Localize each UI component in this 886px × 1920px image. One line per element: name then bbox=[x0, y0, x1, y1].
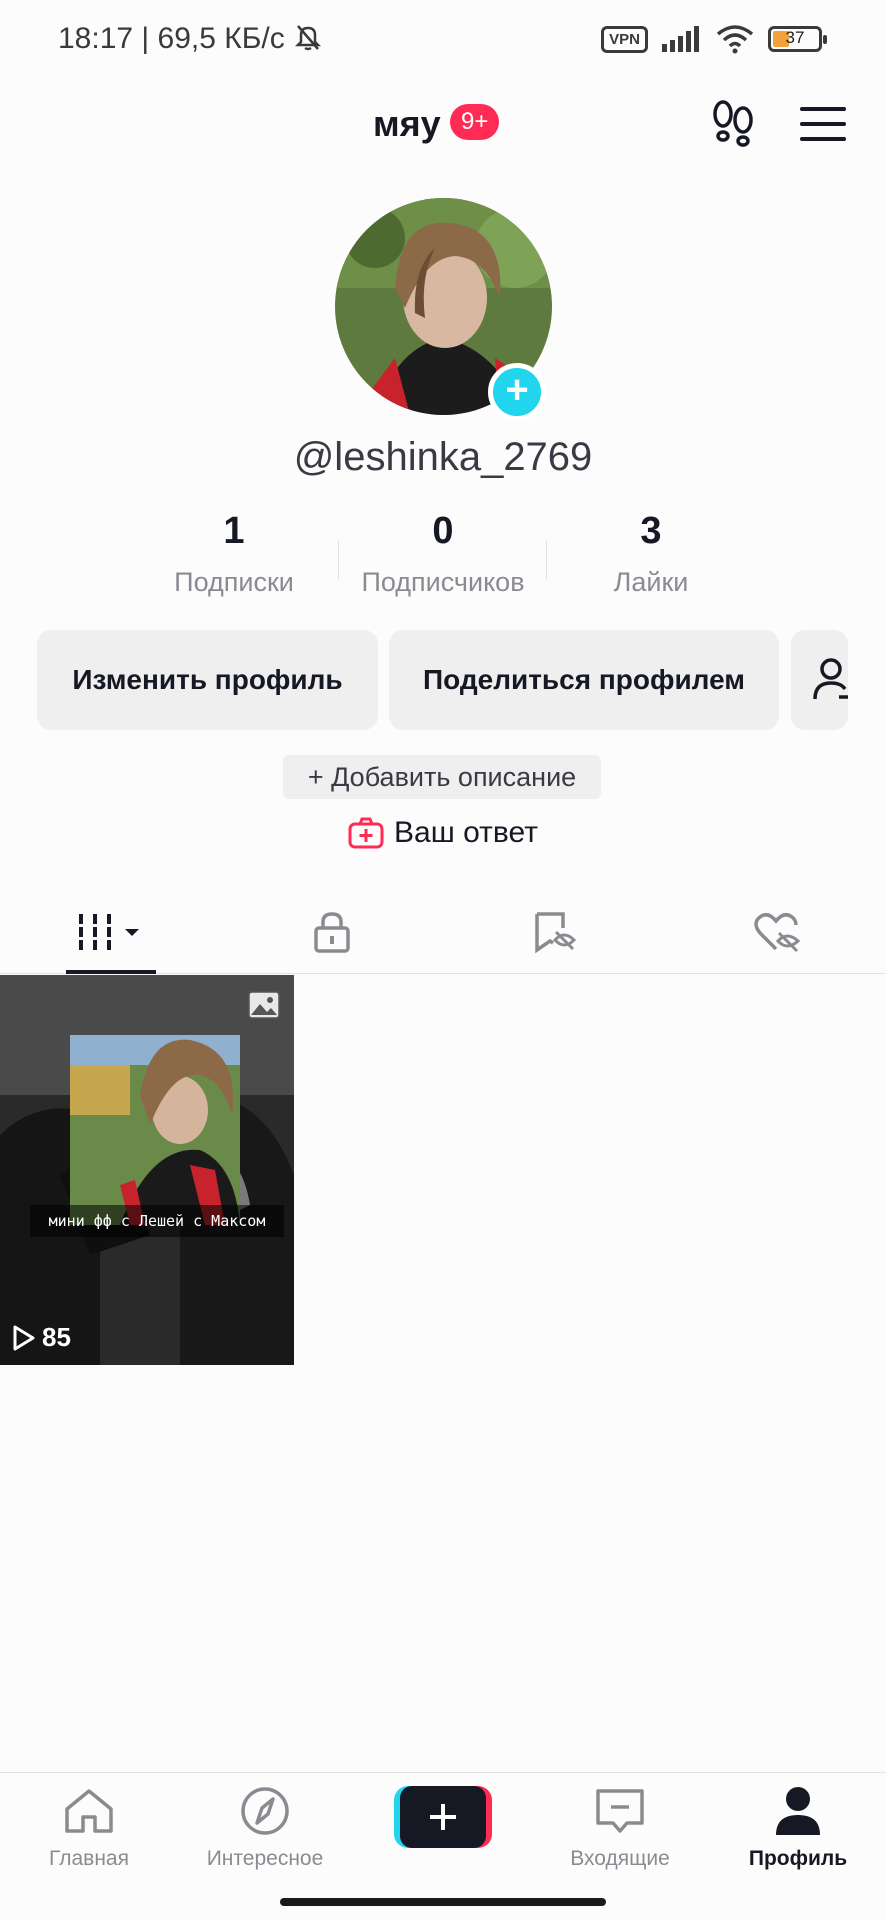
home-indicator[interactable] bbox=[280, 1898, 606, 1906]
tab-active-indicator bbox=[66, 970, 156, 974]
stat-following[interactable]: 1 Подписки bbox=[129, 510, 339, 598]
battery-icon: 37 bbox=[768, 26, 827, 52]
tab-videos[interactable] bbox=[50, 890, 170, 974]
photo-icon bbox=[248, 991, 280, 1024]
create-button[interactable] bbox=[394, 1786, 492, 1848]
add-avatar-button[interactable]: + bbox=[488, 363, 546, 421]
add-description-button[interactable]: + Добавить описание bbox=[283, 755, 601, 799]
stat-followers[interactable]: 0 Подписчиков bbox=[338, 510, 548, 598]
tab-saved[interactable] bbox=[494, 890, 614, 974]
add-box-icon bbox=[348, 817, 384, 849]
stat-following-label: Подписки bbox=[174, 567, 294, 597]
add-friends-button[interactable] bbox=[791, 630, 848, 730]
profile-actions: Изменить профиль Поделиться профилем bbox=[0, 630, 886, 730]
nav-home[interactable]: Главная bbox=[9, 1783, 169, 1871]
video-view-count: 85 bbox=[12, 1322, 71, 1353]
share-profile-button[interactable]: Поделиться профилем bbox=[389, 630, 779, 730]
add-person-icon bbox=[813, 658, 848, 700]
stat-followers-label: Подписчиков bbox=[361, 567, 525, 597]
profile-handle: @leshinka_2769 bbox=[293, 435, 593, 479]
nav-profile[interactable]: Профиль bbox=[718, 1783, 878, 1871]
wifi-icon bbox=[716, 25, 754, 54]
profile-icon bbox=[776, 1787, 820, 1835]
stat-likes-value: 3 bbox=[640, 510, 662, 552]
stat-followers-value: 0 bbox=[432, 510, 454, 552]
grid-dropdown-icon bbox=[79, 914, 139, 950]
your-answer-label: Ваш ответ bbox=[394, 816, 538, 849]
nav-inbox-label: Входящие bbox=[570, 1847, 670, 1870]
footprints-icon[interactable] bbox=[710, 99, 756, 147]
video-views-value: 85 bbox=[42, 1322, 71, 1352]
vpn-badge: VPN bbox=[601, 25, 648, 53]
nav-home-label: Главная bbox=[49, 1847, 129, 1870]
video-thumbnail bbox=[0, 975, 294, 1365]
heart-hidden-icon bbox=[754, 913, 800, 953]
bookmark-hidden-icon bbox=[535, 912, 577, 954]
stat-following-value: 1 bbox=[223, 510, 245, 552]
content-tabs bbox=[0, 890, 886, 974]
stat-likes[interactable]: 3 Лайки bbox=[546, 510, 756, 598]
stat-likes-label: Лайки bbox=[613, 567, 689, 597]
profile-title[interactable]: мяу bbox=[373, 103, 441, 145]
home-icon bbox=[65, 1789, 113, 1833]
signal-icon bbox=[662, 26, 699, 52]
status-time: 18:17 | 69,5 КБ/с bbox=[58, 22, 323, 56]
nav-inbox[interactable]: Входящие bbox=[540, 1783, 700, 1871]
nav-explore-label: Интересное bbox=[206, 1847, 324, 1870]
video-tile[interactable]: мини фф с Лешей с Максом 85 bbox=[0, 975, 294, 1365]
lock-icon bbox=[314, 912, 350, 953]
menu-icon[interactable] bbox=[800, 105, 846, 143]
inbox-icon bbox=[596, 1789, 644, 1833]
tab-liked[interactable] bbox=[716, 890, 836, 974]
profile-top-bar: мяу 9+ bbox=[0, 95, 886, 155]
profile-stats: 1 Подписки 0 Подписчиков 3 Лайки bbox=[0, 510, 886, 610]
nav-explore[interactable]: Интересное bbox=[185, 1783, 345, 1871]
compass-icon bbox=[241, 1787, 289, 1835]
video-caption: мини фф с Лешей с Максом bbox=[30, 1205, 284, 1237]
plus-icon bbox=[394, 1786, 492, 1848]
notification-badge[interactable]: 9+ bbox=[450, 104, 500, 140]
play-icon bbox=[13, 1325, 35, 1350]
nav-profile-label: Профиль bbox=[748, 1847, 848, 1870]
status-bar: 18:17 | 69,5 КБ/с VPN 37 bbox=[0, 0, 886, 80]
tab-private[interactable] bbox=[272, 890, 392, 974]
edit-profile-button[interactable]: Изменить профиль bbox=[37, 630, 378, 730]
your-answer-button[interactable]: Ваш ответ bbox=[0, 816, 886, 850]
mute-bell-icon bbox=[295, 25, 322, 51]
